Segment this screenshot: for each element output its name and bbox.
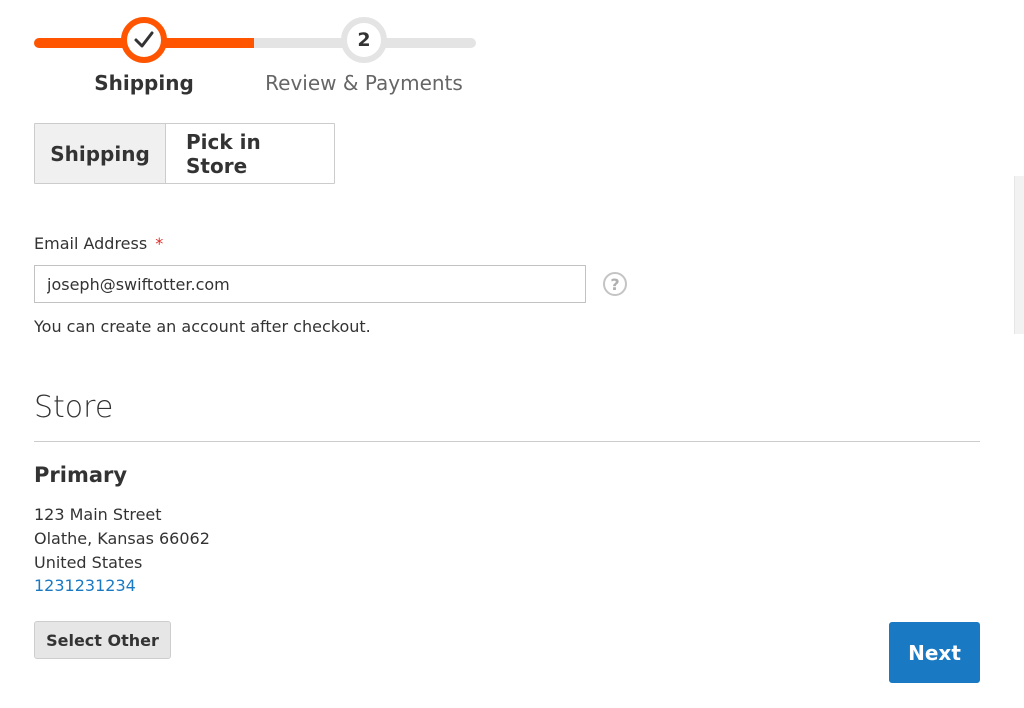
step-1-label: Shipping: [94, 71, 194, 95]
checkmark-icon: [134, 31, 154, 48]
email-label: Email Address *: [34, 234, 163, 253]
select-other-button[interactable]: Select Other: [34, 621, 171, 659]
email-field[interactable]: [34, 265, 586, 303]
email-note: You can create an account after checkout…: [34, 317, 371, 336]
step-2-indicator: 2: [341, 17, 387, 63]
email-label-text: Email Address: [34, 234, 148, 253]
next-button[interactable]: Next: [889, 622, 980, 683]
required-asterisk: *: [155, 234, 164, 253]
tab-pick-in-store[interactable]: Pick in Store: [166, 124, 334, 183]
tab-shipping[interactable]: Shipping: [35, 124, 166, 183]
store-street: 123 Main Street: [34, 505, 162, 524]
scrollbar[interactable]: [1014, 176, 1024, 334]
step-2-label: Review & Payments: [265, 71, 463, 95]
section-divider: [34, 441, 980, 442]
step-1-indicator: [121, 17, 167, 63]
store-country: United States: [34, 553, 143, 572]
shipping-method-tabs: Shipping Pick in Store: [34, 123, 335, 184]
store-phone-link[interactable]: 1231231234: [34, 576, 136, 595]
question-circle-icon[interactable]: ?: [603, 272, 627, 296]
store-section-title: Store: [34, 390, 114, 425]
store-name: Primary: [34, 463, 128, 487]
store-city-line: Olathe, Kansas 66062: [34, 529, 210, 548]
step-2-number: 2: [357, 29, 371, 51]
